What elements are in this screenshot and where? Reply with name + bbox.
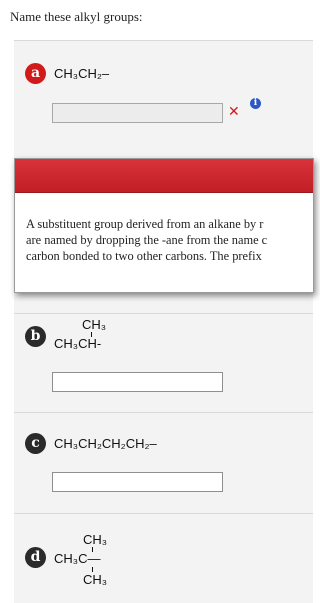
item-d-formula-main: CH₃C— — [54, 551, 101, 566]
item-b-formula-main: CH₃CH- — [54, 336, 102, 351]
item-a-answer-input[interactable] — [52, 103, 223, 123]
feedback-text: A substituent group derived from an alka… — [26, 216, 314, 264]
item-c-badge: c — [25, 433, 46, 454]
item-a-formula: CH₃CH₂– — [54, 66, 110, 81]
item-b-answer-input[interactable] — [52, 372, 223, 392]
item-c-formula: CH₃CH₂CH₂CH₂– — [54, 436, 157, 451]
item-d-badge: d — [25, 547, 46, 568]
item-c: c CH₃CH₂CH₂CH₂– — [14, 412, 313, 513]
item-b-badge: b — [25, 326, 46, 347]
feedback-line-2: are named by dropping the -ane from the … — [26, 233, 268, 247]
feedback-line-3: carbon bonded to two other carbons. The … — [26, 249, 262, 263]
item-d: d CH₃ CH₃C— CH₃ — [14, 513, 313, 603]
item-d-formula-top: CH₃ — [83, 532, 108, 547]
feedback-line-1: A substituent group derived from an alka… — [26, 217, 264, 231]
item-c-answer-input[interactable] — [52, 472, 223, 492]
item-b: b CH₃ CH₃CH- — [14, 313, 313, 412]
item-b-formula-top: CH₃ — [82, 317, 107, 332]
item-a-badge: a — [25, 63, 46, 84]
item-d-formula-bottom: CH₃ — [83, 572, 108, 587]
x-mark-icon: ✕ — [228, 104, 240, 120]
info-icon[interactable]: i — [250, 98, 261, 109]
feedback-header — [15, 159, 313, 193]
instructions: Name these alkyl groups: — [10, 9, 143, 24]
